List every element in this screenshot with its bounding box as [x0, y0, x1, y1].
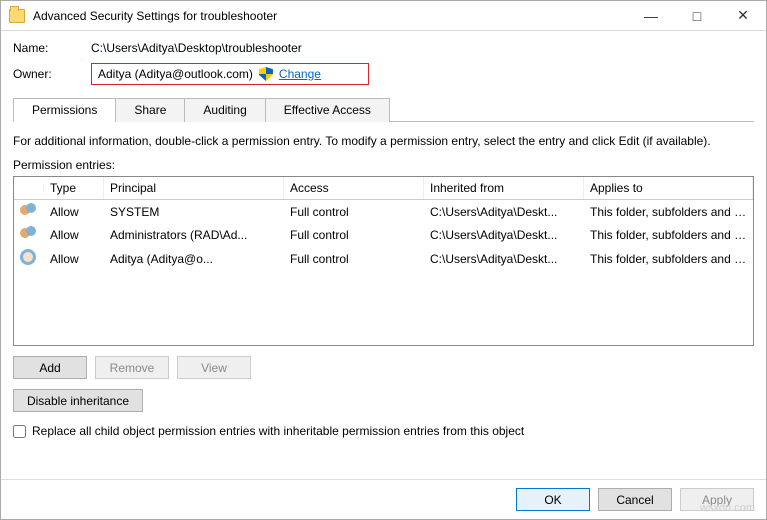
cell-access: Full control — [284, 202, 424, 222]
name-value: C:\Users\Aditya\Desktop\troubleshooter — [91, 41, 302, 55]
col-access[interactable]: Access — [284, 177, 424, 199]
cell-principal: Administrators (RAD\Ad... — [104, 225, 284, 245]
col-type[interactable]: Type — [44, 177, 104, 199]
cell-applies: This folder, subfolders and files — [584, 225, 753, 245]
tab-auditing[interactable]: Auditing — [184, 98, 265, 122]
dialog-footer: OK Cancel Apply — [1, 479, 766, 519]
cell-applies: This folder, subfolders and files — [584, 202, 753, 222]
view-button[interactable]: View — [177, 356, 251, 379]
cell-inherited: C:\Users\Aditya\Deskt... — [424, 249, 584, 269]
cell-principal: SYSTEM — [104, 202, 284, 222]
name-label: Name: — [13, 41, 91, 55]
owner-value: Aditya (Aditya@outlook.com) — [98, 67, 253, 81]
tab-effective-access[interactable]: Effective Access — [265, 98, 390, 122]
cell-type: Allow — [44, 249, 104, 269]
disable-inheritance-button[interactable]: Disable inheritance — [13, 389, 143, 412]
shield-icon — [259, 67, 273, 81]
cell-principal: Aditya (Aditya@o... — [104, 249, 284, 269]
permission-entries-label: Permission entries: — [13, 158, 754, 172]
col-inherited[interactable]: Inherited from — [424, 177, 584, 199]
table-row[interactable]: Allow SYSTEM Full control C:\Users\Adity… — [14, 200, 753, 223]
apply-button[interactable]: Apply — [680, 488, 754, 511]
tab-share[interactable]: Share — [115, 98, 185, 122]
cell-access: Full control — [284, 225, 424, 245]
tabs: Permissions Share Auditing Effective Acc… — [13, 97, 754, 122]
cell-inherited: C:\Users\Aditya\Deskt... — [424, 202, 584, 222]
tab-permissions[interactable]: Permissions — [13, 98, 116, 122]
titlebar: Advanced Security Settings for troublesh… — [1, 1, 766, 31]
group-icon — [20, 203, 38, 217]
advanced-security-window: Advanced Security Settings for troublesh… — [0, 0, 767, 520]
col-principal[interactable]: Principal — [104, 177, 284, 199]
replace-checkbox[interactable] — [13, 425, 26, 438]
grid-header: Type Principal Access Inherited from App… — [14, 177, 753, 200]
user-icon — [20, 249, 36, 265]
table-row[interactable]: Allow Aditya (Aditya@o... Full control C… — [14, 246, 753, 271]
help-text: For additional information, double-click… — [13, 134, 754, 148]
window-title: Advanced Security Settings for troublesh… — [33, 9, 277, 23]
col-applies[interactable]: Applies to — [584, 177, 753, 199]
maximize-button[interactable]: □ — [674, 1, 720, 31]
replace-checkbox-label: Replace all child object permission entr… — [32, 424, 524, 438]
group-icon — [20, 226, 38, 240]
ok-button[interactable]: OK — [516, 488, 590, 511]
col-icon[interactable] — [14, 184, 44, 192]
cell-type: Allow — [44, 202, 104, 222]
cell-access: Full control — [284, 249, 424, 269]
owner-label: Owner: — [13, 67, 91, 81]
change-owner-link[interactable]: Change — [279, 67, 321, 81]
content-area: Name: C:\Users\Aditya\Desktop\troublesho… — [1, 31, 766, 479]
owner-box: Aditya (Aditya@outlook.com) Change — [91, 63, 369, 85]
remove-button[interactable]: Remove — [95, 356, 169, 379]
add-button[interactable]: Add — [13, 356, 87, 379]
cell-inherited: C:\Users\Aditya\Deskt... — [424, 225, 584, 245]
cell-type: Allow — [44, 225, 104, 245]
cell-applies: This folder, subfolders and files — [584, 249, 753, 269]
permission-grid[interactable]: Type Principal Access Inherited from App… — [13, 176, 754, 346]
table-row[interactable]: Allow Administrators (RAD\Ad... Full con… — [14, 223, 753, 246]
close-button[interactable]: ✕ — [720, 1, 766, 31]
folder-icon — [9, 9, 25, 23]
minimize-button[interactable]: ― — [628, 1, 674, 31]
replace-checkbox-row[interactable]: Replace all child object permission entr… — [13, 424, 754, 438]
cancel-button[interactable]: Cancel — [598, 488, 672, 511]
entry-buttons: Add Remove View — [13, 356, 754, 379]
